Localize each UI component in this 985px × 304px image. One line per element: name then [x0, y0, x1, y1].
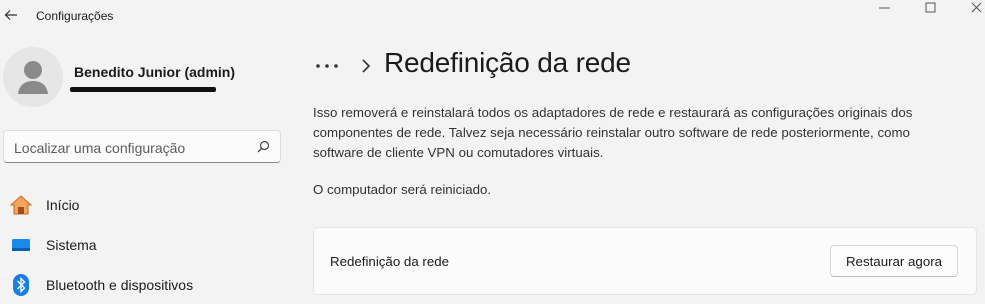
- network-reset-card: Redefinição da rede Restaurar agora: [313, 227, 977, 295]
- back-button[interactable]: [2, 5, 20, 25]
- minimize-icon: [879, 7, 890, 9]
- maximize-button[interactable]: [908, 0, 954, 16]
- chevron-right-icon: [360, 56, 372, 81]
- card-label: Redefinição da rede: [330, 254, 450, 269]
- sidebar-item-label: Início: [46, 197, 80, 213]
- sidebar-item-label: Sistema: [46, 237, 97, 253]
- app-title: Configurações: [36, 9, 114, 23]
- close-button[interactable]: [954, 0, 985, 16]
- more-icon: [316, 64, 338, 68]
- monitor-icon: [10, 234, 32, 256]
- redacted-email: [70, 87, 216, 92]
- user-name: Benedito Junior (admin): [74, 64, 235, 80]
- sidebar-item-bluetooth[interactable]: Bluetooth e dispositivos: [0, 266, 290, 304]
- reset-now-button[interactable]: Restaurar agora: [830, 245, 958, 277]
- search-icon[interactable]: [257, 140, 270, 158]
- user-icon: [18, 61, 48, 94]
- breadcrumb-more-button[interactable]: [314, 58, 342, 74]
- minimize-button[interactable]: [862, 0, 908, 16]
- close-icon: [971, 2, 982, 13]
- sidebar-item-inicio[interactable]: Início: [0, 186, 290, 224]
- back-arrow-icon: [4, 10, 17, 20]
- search-input[interactable]: Localizar uma configuração: [14, 140, 185, 156]
- search-box[interactable]: Localizar uma configuração: [3, 130, 281, 163]
- home-icon: [10, 194, 32, 216]
- restart-notice: O computador será reiniciado.: [313, 182, 492, 197]
- bluetooth-icon: [10, 274, 32, 296]
- title-bar: Configurações: [0, 0, 985, 32]
- maximize-icon: [925, 2, 936, 13]
- description-text: Isso removerá e reinstalará todos os ada…: [313, 105, 913, 160]
- sidebar-item-sistema[interactable]: Sistema: [0, 226, 290, 264]
- page-title: Redefinição da rede: [384, 47, 631, 78]
- avatar[interactable]: [3, 47, 63, 107]
- sidebar-item-label: Bluetooth e dispositivos: [46, 277, 194, 293]
